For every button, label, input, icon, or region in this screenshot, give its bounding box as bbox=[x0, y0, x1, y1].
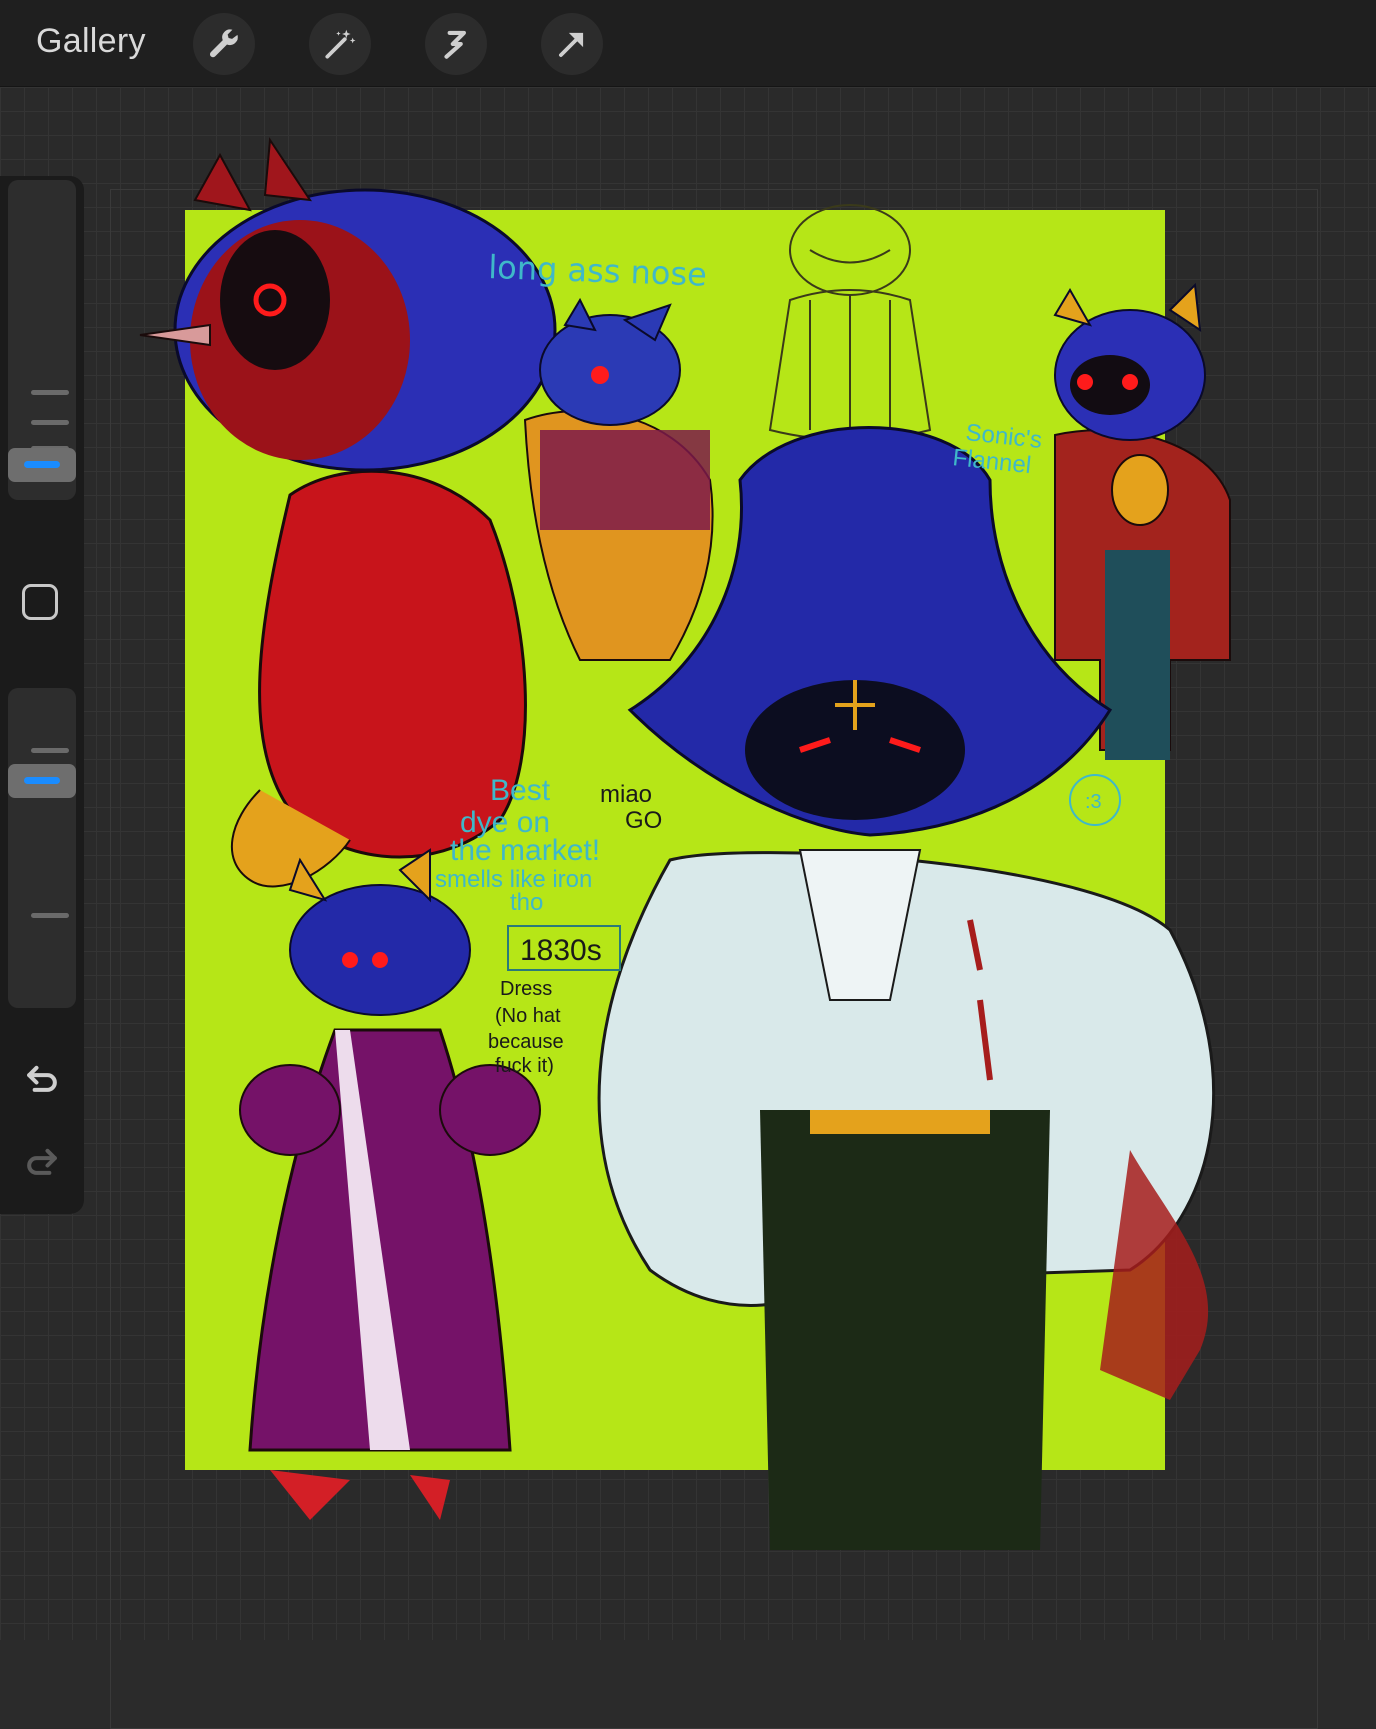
slider-tick bbox=[31, 420, 69, 425]
brush-size-knob[interactable] bbox=[8, 448, 76, 482]
svg-text:tho: tho bbox=[510, 889, 543, 916]
svg-text:the market!: the market! bbox=[450, 834, 600, 867]
magic-wand-icon bbox=[325, 29, 356, 59]
annotation-long-nose: long ass nose bbox=[488, 248, 708, 294]
gallery-button[interactable]: Gallery bbox=[36, 22, 146, 61]
annotation-smiley: :3 bbox=[1085, 791, 1102, 813]
svg-text:fuck it): fuck it) bbox=[495, 1055, 554, 1077]
svg-text:Dress: Dress bbox=[500, 978, 552, 1000]
slider-tick bbox=[31, 390, 69, 395]
actions-button[interactable] bbox=[193, 13, 255, 75]
selection-icon bbox=[444, 30, 466, 59]
undo-button[interactable] bbox=[20, 1055, 64, 1099]
slider-tick bbox=[31, 913, 69, 918]
redo-icon bbox=[27, 1148, 57, 1175]
opacity-knob[interactable] bbox=[8, 764, 76, 798]
redo-button[interactable] bbox=[20, 1138, 64, 1182]
annotation-era: 1830s bbox=[520, 934, 602, 967]
left-sidebar bbox=[0, 176, 84, 1214]
artwork-canvas[interactable]: long ass nose Sonic's Flannel Best dye o… bbox=[110, 100, 1310, 1640]
svg-text:because: because bbox=[488, 1031, 564, 1053]
undo-icon bbox=[27, 1065, 57, 1092]
svg-text:GO: GO bbox=[625, 807, 662, 834]
transform-button[interactable] bbox=[541, 13, 603, 75]
selection-button[interactable] bbox=[425, 13, 487, 75]
top-toolbar: Gallery bbox=[0, 0, 1376, 87]
arrow-cursor-icon bbox=[559, 32, 584, 57]
wrench-icon bbox=[209, 29, 238, 58]
adjustments-button[interactable] bbox=[309, 13, 371, 75]
modify-button[interactable] bbox=[22, 584, 58, 620]
svg-text:miao: miao bbox=[600, 781, 652, 808]
slider-tick bbox=[31, 748, 69, 753]
opacity-slider[interactable] bbox=[8, 688, 76, 1008]
svg-text:Best: Best bbox=[490, 774, 551, 807]
svg-text:(No hat: (No hat bbox=[495, 1005, 561, 1027]
